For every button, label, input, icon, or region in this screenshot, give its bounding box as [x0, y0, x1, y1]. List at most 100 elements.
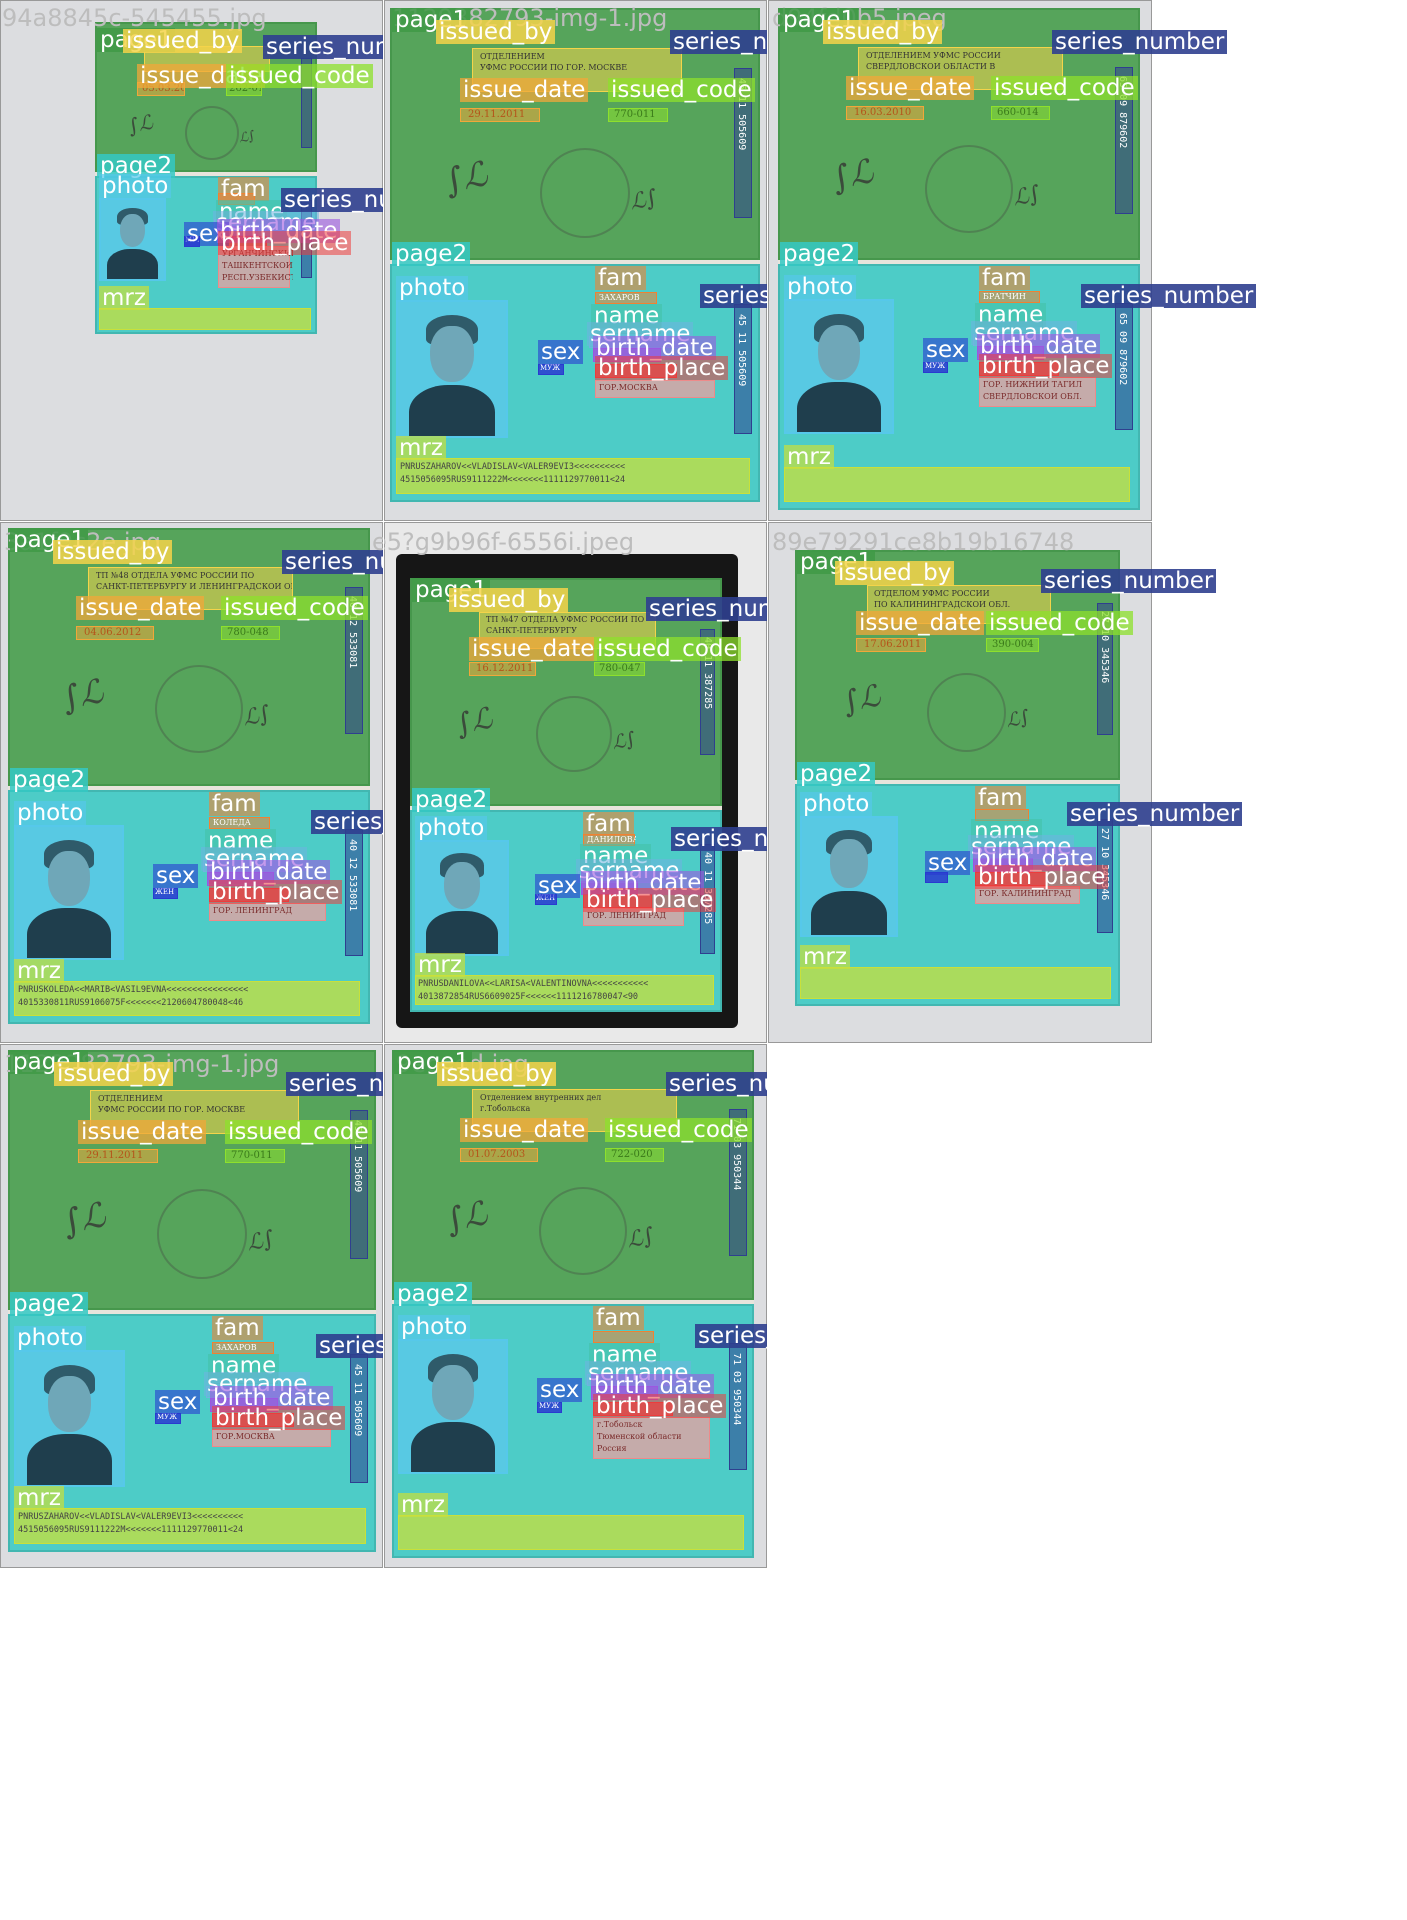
body [408, 385, 496, 436]
photo-label: photo [99, 174, 172, 198]
cell-separator [383, 0, 384, 1568]
sex-label: sex [153, 864, 199, 888]
photo-label: photo [14, 1326, 87, 1350]
field-value: ОТДЕЛЕНИЕМ УФМС РОССИИ [866, 51, 1001, 60]
stamp-seal [539, 1187, 627, 1275]
field-value: БРАТЧИН [983, 292, 1026, 301]
issue_date-label: issue_date [846, 76, 975, 100]
photo-portrait [784, 299, 894, 434]
mrz-box [800, 967, 1111, 999]
body [426, 911, 498, 954]
field-value: КОЛЕДА [213, 818, 251, 827]
sex-label: sex [538, 340, 584, 364]
issue_date-label: issue_date [78, 1120, 207, 1144]
fam-label: fam [975, 786, 1026, 810]
issue_date-label: issue_date [76, 596, 205, 620]
mrz-line: 4515056095RUS9111222M<<<<<<<111112977001… [18, 1525, 244, 1535]
mrz-label: mrz [415, 953, 465, 977]
stamp-seal [927, 673, 1006, 752]
body [107, 248, 158, 279]
issued_by-label: issued_by [53, 540, 173, 564]
photo-label: photo [396, 276, 469, 300]
field-value: ГОР.МОСКВА [599, 383, 658, 392]
fam-label: fam [583, 812, 634, 836]
stamp-seal [925, 145, 1013, 233]
mrz-label: mrz [396, 436, 446, 460]
filename-label: e5?g9b96f-6556i.jpeg [372, 528, 635, 556]
head [47, 850, 91, 906]
head [817, 324, 861, 380]
field-value: 770-011 [614, 109, 656, 120]
field-value: МУЖ [540, 364, 561, 372]
photo-portrait [99, 198, 166, 281]
mrz-label: mrz [398, 1493, 448, 1517]
field-value: 29.11.2011 [468, 109, 526, 120]
series-number-page2: 65 09 879602 [1117, 313, 1128, 386]
signature: ∫ℒ [828, 151, 877, 198]
photo-portrait [415, 840, 509, 956]
photo-label: photo [14, 801, 87, 825]
issue_date-label: issue_date [469, 637, 598, 661]
fam-label: fam [979, 266, 1030, 290]
series_number-label: series_number [1067, 802, 1243, 826]
mrz-line: PNRUSKOLEDA<<MARIB<VASIL9EVNA<<<<<<<<<<<… [18, 985, 249, 995]
issue_date-label: issue_date [856, 611, 985, 635]
birth_place-label: birth_place [209, 880, 343, 904]
field-value: 780-048 [227, 627, 269, 638]
field-value: ПО КАЛИНИНГРАДСКОЙ ОБЛ. [874, 600, 1011, 609]
birth_place-label: birth_place [212, 1406, 346, 1430]
field-value: 770-011 [231, 1150, 273, 1161]
field-value: 390-004 [992, 639, 1034, 650]
field-value: 29.11.2011 [86, 1150, 144, 1161]
field-value: РЕСП.УЗБЕКИСТАН [222, 273, 293, 282]
field-value: Россия [597, 1444, 627, 1453]
head [119, 214, 146, 248]
field-value: ЗАХАРОВ [216, 1343, 257, 1352]
birth_place-label: birth_place [975, 865, 1109, 889]
issued_code-label: issued_code [986, 611, 1133, 635]
page2-label: page2 [412, 788, 491, 812]
body [811, 890, 887, 935]
issued_by-label: issued_by [123, 29, 243, 53]
field-value: ГОР. КАЛИНИНГРАД [979, 889, 1072, 898]
field-value: САНКТ-ПЕТЕРБУРГУ [486, 626, 577, 635]
mrz-line: PNRUSZAHAROV<<VLADISLAV<VALER9EVI3<<<<<<… [18, 1512, 244, 1522]
head [830, 839, 868, 889]
page2-label: page2 [780, 242, 859, 266]
series-number-page2: 71 03 950344 [731, 1353, 742, 1426]
signature: ∫ℒ [125, 109, 156, 139]
sex-label: sex [537, 1378, 583, 1402]
head [444, 862, 480, 910]
field-value: г.Тобольска [480, 1104, 531, 1113]
issued_code-label: issued_code [991, 76, 1138, 100]
birth_place-label: birth_place [979, 354, 1113, 378]
sex-label: sex [925, 851, 971, 875]
mrz-label: mrz [800, 945, 850, 969]
stamp-seal [536, 696, 612, 772]
mrz-label: mrz [14, 959, 64, 983]
field-value: ОТДЕЛЕНИЕМ [98, 1094, 163, 1103]
page2-label: page2 [394, 1282, 473, 1306]
birth_place-label: birth_place [593, 1394, 727, 1418]
issued_by-label: issued_by [436, 20, 556, 44]
photo-portrait [14, 825, 124, 960]
field-value: 04.06.2012 [84, 627, 142, 638]
mrz-line: PNRUSDANILOVA<<LARISA<VALENTINOVNA<<<<<<… [418, 979, 649, 989]
mrz-box [99, 308, 311, 330]
series-number-page2: 40 12 533081 [347, 839, 358, 912]
field-value: ГОР. ЛЕНИНГРАД [213, 906, 293, 915]
empty-cell [768, 1044, 1152, 1568]
issued_code-label: issued_code [608, 78, 755, 102]
series_number-label: series_number [1041, 569, 1217, 593]
field-value: ЖЕН [155, 888, 175, 896]
issued_by-label: issued_by [54, 1062, 174, 1086]
field-value: 722-020 [611, 1149, 653, 1160]
issue_date-label: issue_date [460, 1118, 589, 1142]
photo-portrait [800, 816, 898, 937]
field-value: МУЖ [925, 362, 946, 370]
body [410, 1422, 496, 1472]
photo-portrait [14, 1350, 125, 1487]
field-value: Отделением внутренних дел [480, 1093, 602, 1102]
signature: ∫ℒ [442, 1193, 491, 1240]
mrz-line: 4013872854RUS6609025F<<<<<<1111216780047… [418, 992, 639, 1002]
